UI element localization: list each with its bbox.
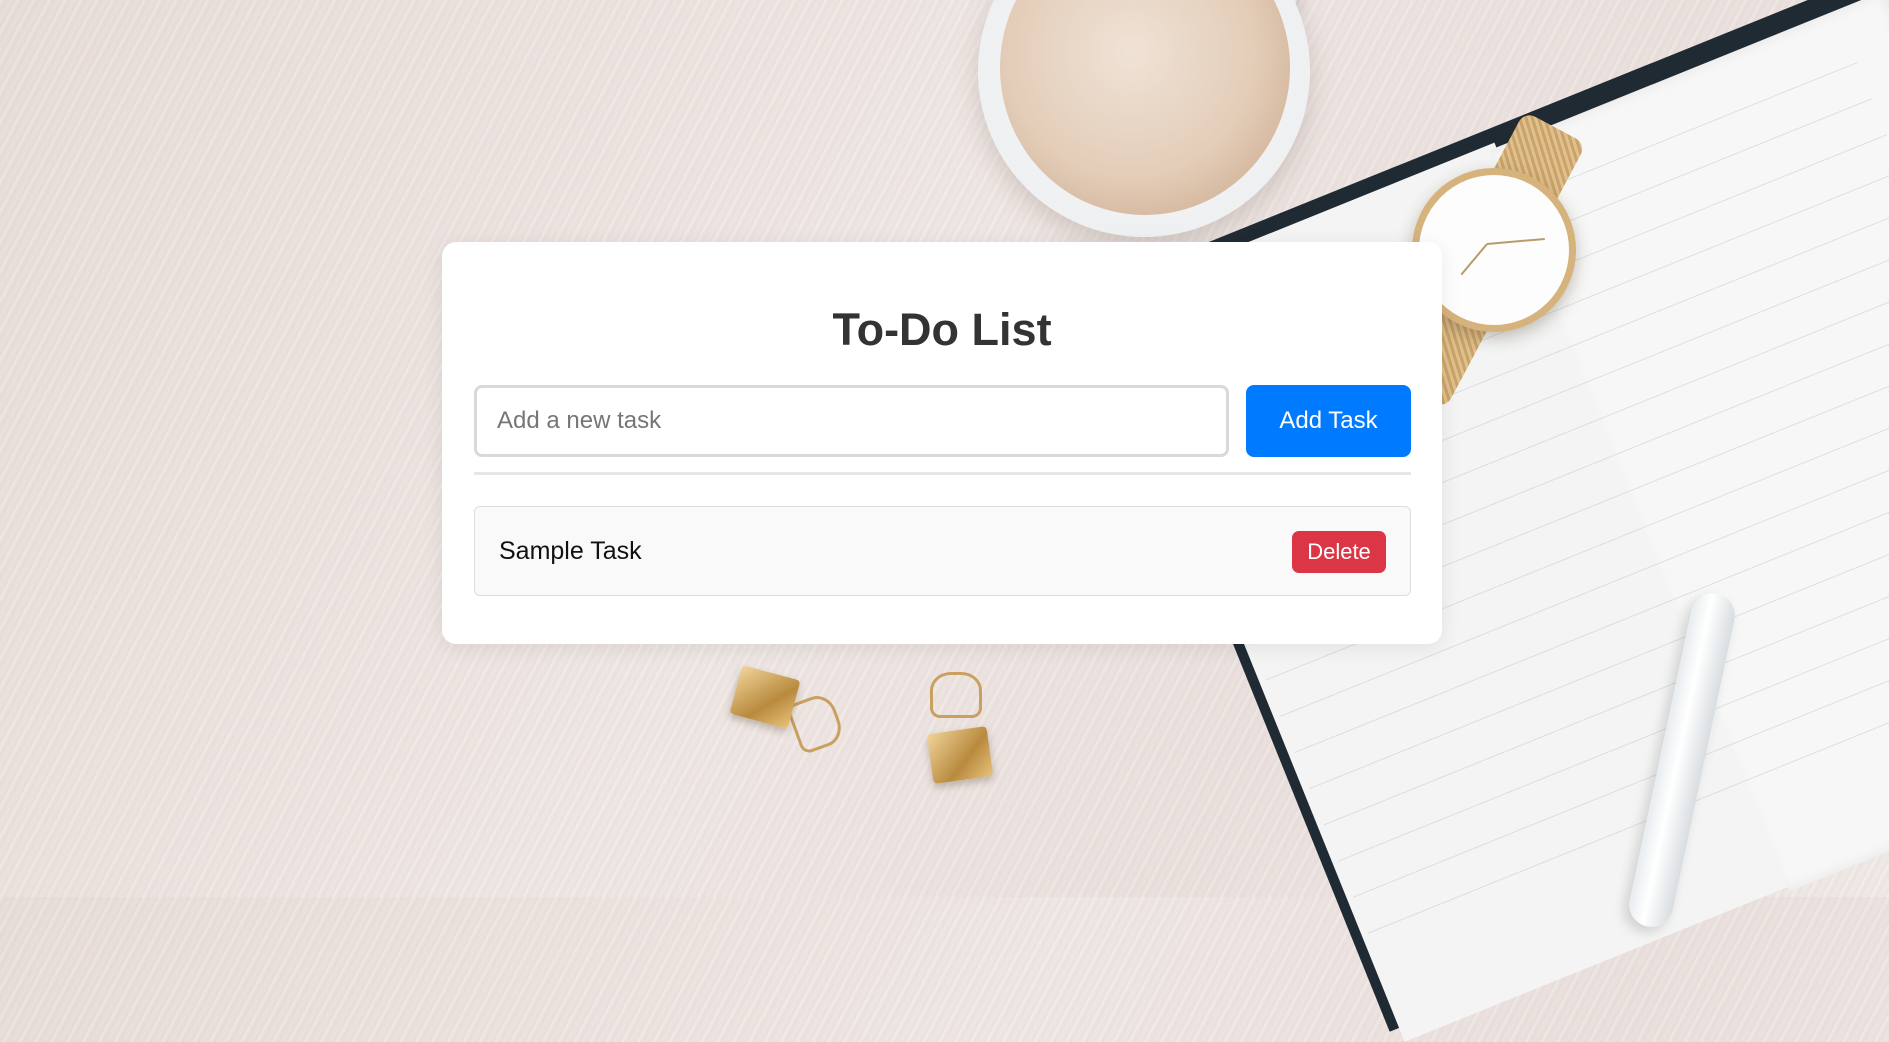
page-title: To-Do List bbox=[832, 304, 1052, 355]
binder-clip-photo bbox=[926, 726, 994, 784]
add-task-button[interactable]: Add Task bbox=[1246, 385, 1411, 457]
binder-clip-photo bbox=[729, 665, 801, 729]
binder-clip-wire bbox=[930, 672, 982, 718]
delete-task-button[interactable]: Delete bbox=[1292, 531, 1386, 573]
task-list-item: Sample Task Delete bbox=[474, 506, 1411, 596]
new-task-input[interactable] bbox=[474, 385, 1229, 457]
todo-card: To-Do List Add Task Sample Task Delete bbox=[442, 242, 1442, 644]
task-text: Sample Task bbox=[499, 537, 642, 565]
divider bbox=[474, 472, 1411, 475]
